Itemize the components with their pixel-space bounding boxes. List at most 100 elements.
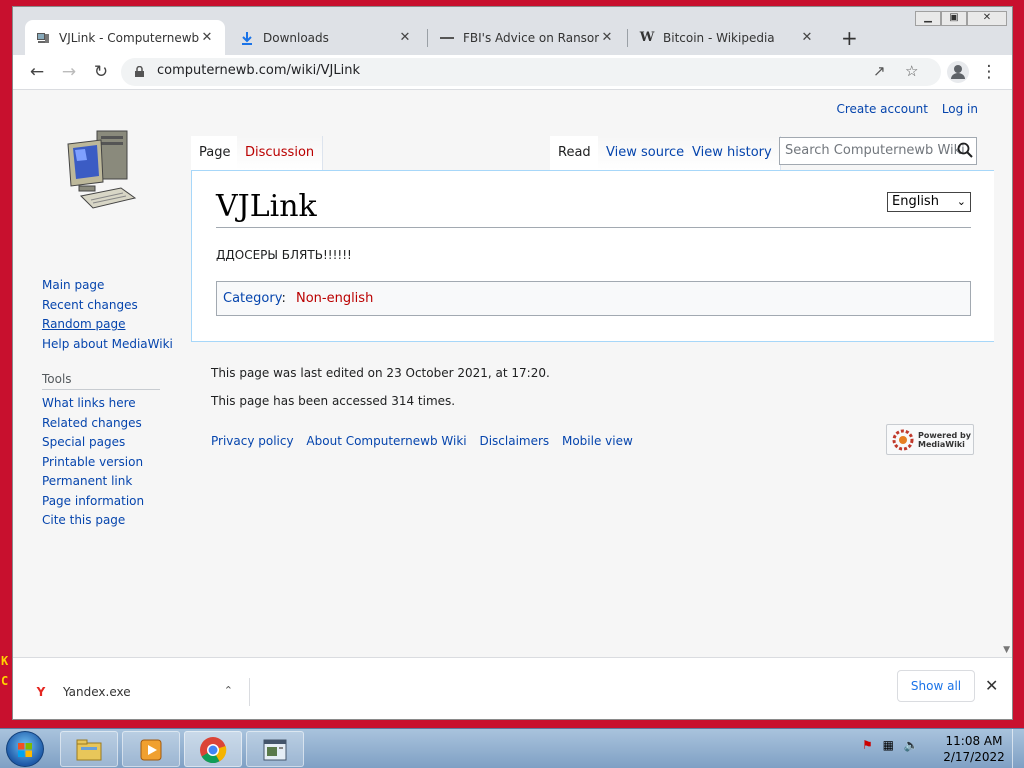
browser-window: ▁ ▣ ✕ VJLink - Computernewb W ✕ Download… [12, 6, 1013, 720]
tab-close-icon[interactable]: ✕ [199, 30, 215, 45]
clock[interactable]: 11:08 AM 2/17/2022 [940, 733, 1008, 765]
window-app-icon [263, 739, 287, 761]
tab-title: VJLink - Computernewb W [59, 30, 199, 45]
last-edited-text: This page was last edited on 23 October … [211, 366, 550, 380]
download-file-name: Yandex.exe [63, 685, 131, 699]
sidebar-item-help[interactable]: Help about MediaWiki [42, 335, 173, 355]
mediawiki-logo-icon [892, 429, 914, 450]
sidebar-item-main-page[interactable]: Main page [42, 276, 172, 296]
share-icon[interactable]: ↗ [873, 62, 886, 80]
title-divider [216, 227, 971, 228]
download-icon [239, 30, 255, 46]
media-player-icon [140, 739, 162, 761]
taskbar-chrome-button[interactable] [184, 731, 242, 767]
tools-what-links-here[interactable]: What links here [42, 394, 172, 414]
taskbar-media-player-button[interactable] [122, 731, 180, 767]
desktop-background [0, 0, 12, 728]
tab-read[interactable]: Read [550, 136, 600, 170]
tab-view-history[interactable]: View history [684, 136, 781, 170]
search-input[interactable]: Search Computernewb Wiki [779, 137, 977, 165]
new-tab-button[interactable]: + [841, 26, 858, 50]
close-shelf-icon[interactable]: ✕ [985, 676, 998, 695]
bookmark-star-icon[interactable]: ☆ [905, 62, 918, 80]
clock-time: 11:08 AM [945, 734, 1003, 748]
desktop-text-fragment: K [1, 654, 9, 668]
windows-logo-icon [18, 743, 32, 757]
tab-vjlink[interactable]: VJLink - Computernewb W ✕ [25, 20, 225, 55]
tab-view-source[interactable]: View source [598, 136, 694, 170]
tools-permanent-link[interactable]: Permanent link [42, 472, 172, 492]
tools-page-information[interactable]: Page information [42, 492, 172, 512]
language-selected: English [892, 194, 939, 209]
desktop-background-right [1012, 0, 1024, 728]
tab-bitcoin-wikipedia[interactable]: W Bitcoin - Wikipedia ✕ [629, 20, 825, 55]
lock-icon [135, 66, 144, 77]
tab-close-icon[interactable]: ✕ [799, 30, 815, 45]
tools-special-pages[interactable]: Special pages [42, 433, 172, 453]
menu-kebab-icon[interactable]: ⋮ [977, 61, 1001, 83]
tools-cite-this-page[interactable]: Cite this page [42, 511, 172, 531]
profile-avatar-icon[interactable] [947, 61, 969, 83]
privacy-policy-link[interactable]: Privacy policy [211, 434, 294, 448]
about-link[interactable]: About Computernewb Wiki [306, 434, 466, 448]
tab-page[interactable]: Page [191, 136, 240, 170]
reload-icon[interactable]: ↻ [89, 61, 113, 83]
content-tabs: Page Discussion Read View source View hi… [191, 132, 994, 170]
chrome-icon [200, 737, 227, 764]
user-menu: Create account Log in [826, 102, 978, 116]
tab-separator [627, 29, 628, 47]
tab-fbi-ransomware[interactable]: FBI's Advice on Ransomwa ✕ [429, 20, 625, 55]
show-desktop-button[interactable] [1012, 729, 1024, 768]
download-item[interactable]: Y Yandex.exe ⌃ [33, 678, 250, 706]
taskbar-app-button[interactable] [246, 731, 304, 767]
tools-printable-version[interactable]: Printable version [42, 453, 172, 473]
wikipedia-w-icon: W [639, 30, 655, 45]
sidebar-navigation: Main page Recent changes Random page Hel… [42, 276, 173, 531]
powered-by-text: Powered by [918, 430, 971, 440]
network-icon[interactable]: ▦ [883, 738, 894, 752]
page-content: VJLink English ⌄ ДДОСЕРЫ БЛЯТЬ!!!!!! Cat… [191, 170, 994, 342]
scroll-down-arrow-icon[interactable]: ▼ [1003, 645, 1010, 655]
system-tray: ⚑ ▦ 🔈 [862, 738, 919, 752]
page-title: VJLink [216, 189, 317, 224]
tab-separator [427, 29, 428, 47]
language-select[interactable]: English ⌄ [887, 192, 971, 212]
start-button[interactable] [6, 731, 44, 767]
tab-close-icon[interactable]: ✕ [599, 30, 615, 45]
volume-icon[interactable]: 🔈 [904, 738, 919, 752]
tab-close-icon[interactable]: ✕ [397, 30, 413, 45]
category-links: Category: Non-english [216, 281, 971, 316]
tools-related-changes[interactable]: Related changes [42, 414, 172, 434]
page-icon [439, 30, 455, 46]
site-logo[interactable] [63, 126, 143, 216]
tab-title: Bitcoin - Wikipedia [663, 30, 775, 45]
clock-date: 2/17/2022 [943, 750, 1005, 764]
yandex-icon: Y [36, 685, 46, 699]
back-arrow-icon[interactable]: ← [25, 61, 49, 83]
search-icon[interactable] [957, 142, 973, 158]
forward-arrow-icon[interactable]: → [57, 61, 81, 83]
taskbar: ⚑ ▦ 🔈 11:08 AM 2/17/2022 [0, 728, 1024, 768]
show-all-button[interactable]: Show all [897, 670, 975, 702]
log-in-link[interactable]: Log in [942, 102, 978, 116]
mobile-view-link[interactable]: Mobile view [562, 434, 633, 448]
tab-title: FBI's Advice on Ransomwa [463, 30, 599, 45]
url-text: computernewb.com/wiki/VJLink [157, 63, 360, 78]
disclaimers-link[interactable]: Disclaimers [479, 434, 549, 448]
taskbar-explorer-button[interactable] [60, 731, 118, 767]
sidebar-item-random-page[interactable]: Random page [42, 315, 172, 335]
address-bar[interactable]: computernewb.com/wiki/VJLink ↗ ☆ [121, 58, 941, 86]
category-label-link[interactable]: Category [223, 291, 281, 306]
sidebar-item-recent-changes[interactable]: Recent changes [42, 296, 172, 316]
folder-icon [76, 739, 102, 761]
wiki-computer-favicon-icon [35, 30, 51, 46]
tab-downloads[interactable]: Downloads ✕ [229, 20, 423, 55]
chevron-up-icon[interactable]: ⌃ [224, 684, 233, 697]
powered-by-mediawiki-badge[interactable]: Powered by MediaWiki [886, 424, 974, 455]
create-account-link[interactable]: Create account [836, 102, 928, 116]
category-non-english-link[interactable]: Non-english [296, 291, 373, 306]
downloads-shelf: Y Yandex.exe ⌃ Show all ✕ [13, 657, 1012, 719]
tab-discussion[interactable]: Discussion [237, 136, 324, 170]
action-center-flag-icon[interactable]: ⚑ [862, 738, 873, 752]
mediawiki-text: MediaWiki [918, 439, 965, 449]
